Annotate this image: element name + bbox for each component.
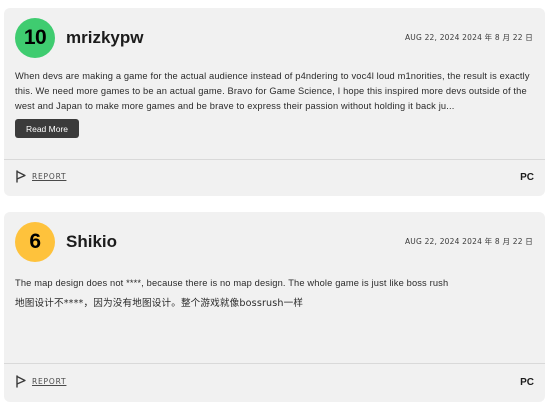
review-text-translation: 地图设计不****，因为没有地图设计。整个游戏就像bossrush一样: [15, 298, 304, 309]
review-card: 6 Shikio AUG 22, 2024 2024 年 8 月 22 日 Th…: [4, 212, 545, 402]
report-label[interactable]: REPORT: [32, 377, 66, 386]
score-badge: 6: [15, 222, 55, 262]
score-badge: 10: [15, 18, 55, 58]
review-card: 10 mrizkypw AUG 22, 2024 2024 年 8 月 22 日…: [4, 8, 545, 196]
divider: [4, 363, 545, 364]
report-link[interactable]: REPORT: [15, 170, 66, 183]
reviewer-username[interactable]: Shikio: [66, 232, 117, 252]
reviewer-username[interactable]: mrizkypw: [66, 28, 143, 48]
flag-icon: [16, 375, 26, 388]
report-label[interactable]: REPORT: [32, 172, 66, 181]
report-link[interactable]: REPORT: [15, 375, 66, 388]
platform-label: PC: [520, 172, 534, 183]
divider: [4, 159, 545, 160]
platform-label: PC: [520, 377, 534, 388]
review-text: When devs are making a game for the actu…: [15, 71, 530, 111]
flag-icon: [16, 170, 26, 183]
review-date: AUG 22, 2024 2024 年 8 月 22 日: [404, 237, 533, 246]
read-more-button[interactable]: Read More: [15, 119, 79, 138]
review-text: The map design does not ****, because th…: [15, 278, 449, 288]
review-date: AUG 22, 2024 2024 年 8 月 22 日: [404, 33, 533, 42]
